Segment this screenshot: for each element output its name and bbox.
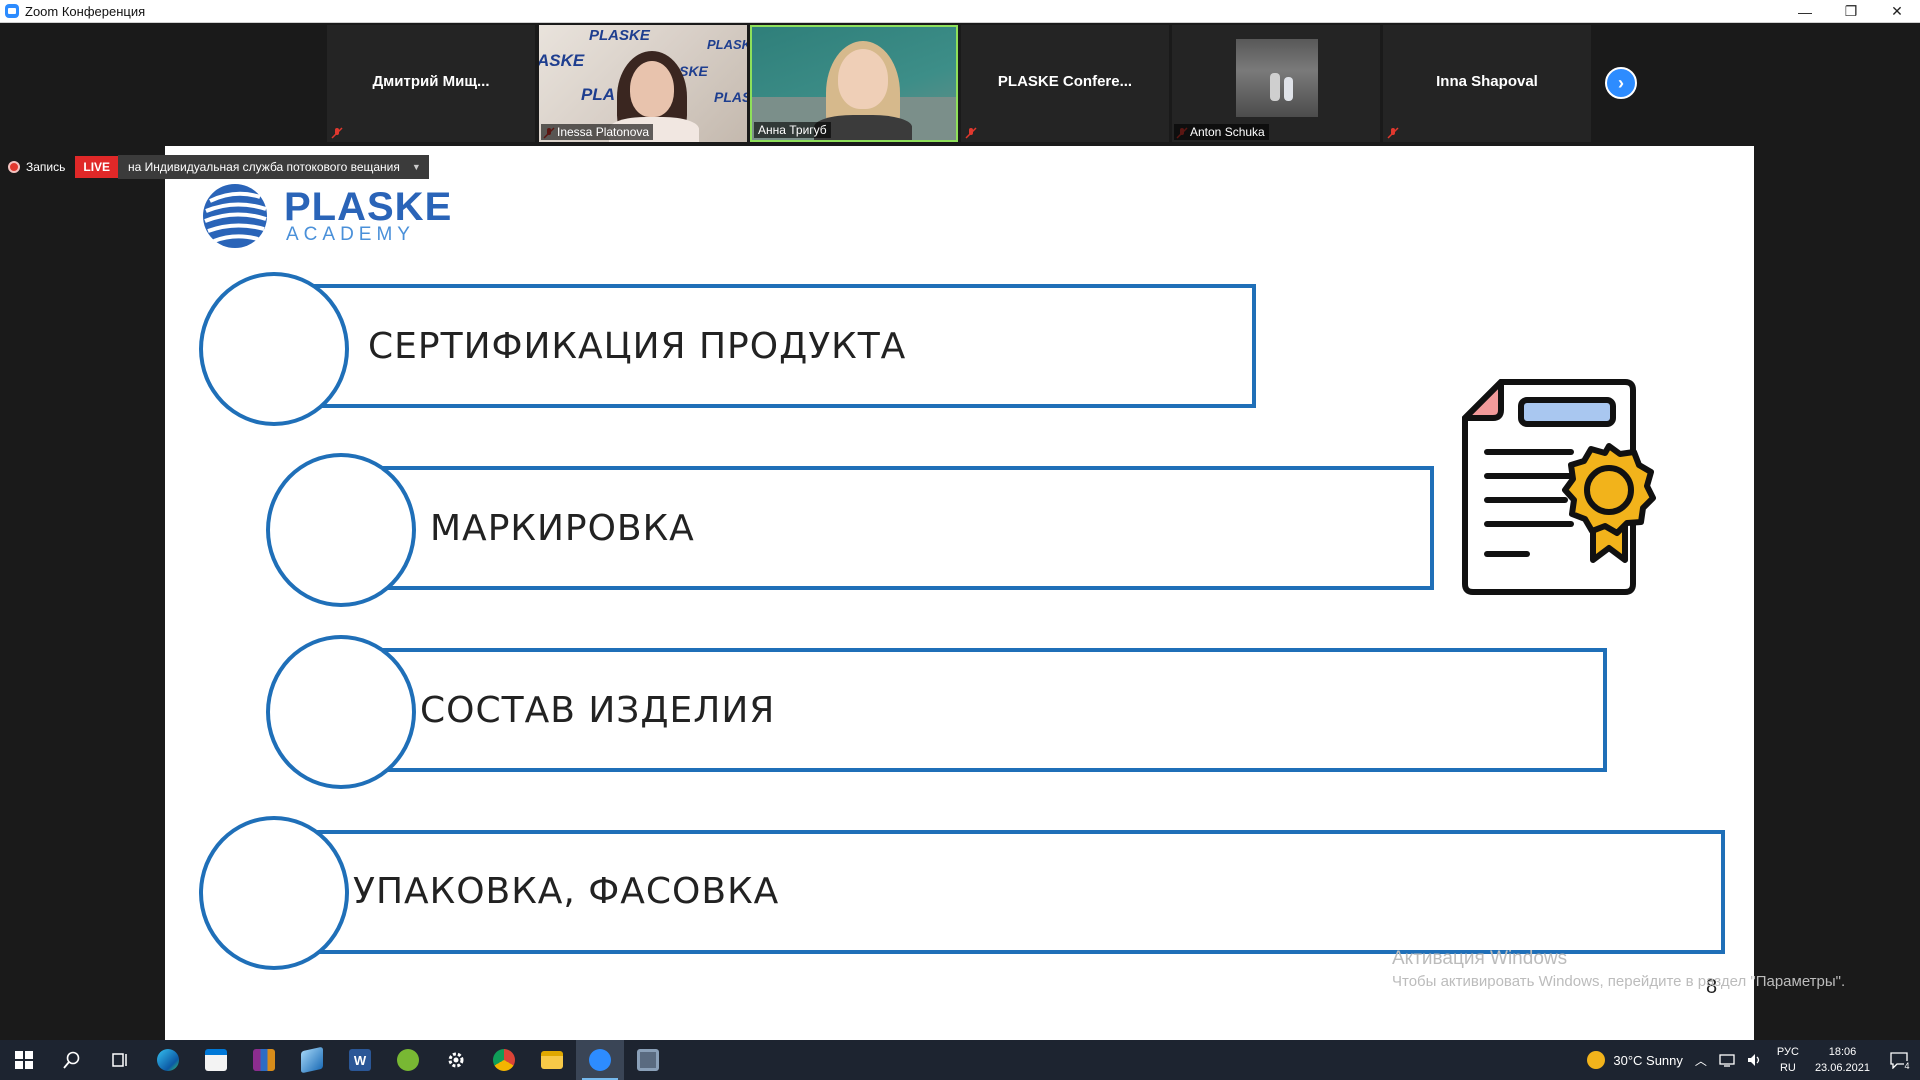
edge-icon[interactable] — [144, 1040, 192, 1080]
task-view-icon[interactable] — [96, 1040, 144, 1080]
participant-name: Inna Shapoval — [1436, 73, 1538, 90]
backdrop-text: PLASKE — [589, 27, 650, 44]
slide-item-circle — [199, 272, 349, 426]
windows-start-icon[interactable] — [0, 1040, 48, 1080]
participant-strip: Дмитрий Мищ... PLASKE ASKE PLASK ASKE PL… — [0, 23, 1920, 144]
recording-label[interactable]: Запись — [26, 160, 65, 174]
participant-tile[interactable]: Дмитрий Мищ... — [327, 25, 535, 142]
volume-icon[interactable] — [1741, 1053, 1769, 1067]
notification-count: 4 — [1904, 1061, 1910, 1071]
participant-tile[interactable]: Inna Shapoval — [1383, 25, 1591, 142]
stream-target-label: на Индивидуальная служба потокового веща… — [128, 160, 400, 174]
activation-watermark-text: Чтобы активировать Windows, перейдите в … — [1392, 973, 1846, 990]
participant-name: Анна Тригуб — [754, 122, 831, 138]
window-titlebar: Zoom Конференция — ❐ ✕ — [0, 0, 1920, 23]
certificate-icon — [1462, 379, 1656, 595]
person-face — [630, 61, 674, 117]
mic-muted-icon — [965, 127, 977, 139]
slide-item-circle — [266, 635, 416, 789]
clock[interactable]: 18:06 23.06.2021 — [1807, 1044, 1878, 1076]
file-explorer-icon[interactable] — [528, 1040, 576, 1080]
recording-bar: Запись LIVE на Индивидуальная служба пот… — [8, 154, 429, 180]
utorrent-icon[interactable] — [384, 1040, 432, 1080]
slide-item-circle — [199, 816, 349, 970]
word-icon[interactable]: W — [336, 1040, 384, 1080]
window-controls: — ❐ ✕ — [1782, 0, 1920, 23]
avatar — [1236, 39, 1318, 117]
calculator-icon[interactable] — [624, 1040, 672, 1080]
sun-icon — [1587, 1051, 1606, 1069]
logo-mark-icon — [203, 184, 267, 248]
minimize-button[interactable]: — — [1782, 0, 1828, 23]
participant-name: PLASKE Confere... — [997, 73, 1133, 90]
remote-desktop-icon[interactable] — [288, 1040, 336, 1080]
close-button[interactable]: ✕ — [1874, 0, 1920, 23]
slide-item-text: СЕРТИФИКАЦИЯ ПРОДУКТА — [368, 326, 907, 367]
winrar-icon[interactable] — [240, 1040, 288, 1080]
backdrop-text: PLA — [581, 85, 615, 104]
mic-muted-icon — [331, 127, 343, 139]
windows-taskbar: W 30°C Sunny ︿ РУС RU 18:06 23.06.2021 4 — [0, 1040, 1920, 1080]
slide-item-text: УПАКОВКА, ФАСОВКА — [353, 871, 780, 912]
shared-slide: PLASKE ACADEMY СЕРТИФИКАЦИЯ ПРОДУКТА МАР… — [165, 146, 1754, 1040]
backdrop-text: ASKE — [539, 51, 585, 70]
slide-item-text: СОСТАВ ИЗДЕЛИЯ — [420, 690, 776, 731]
slide-item-circle — [266, 453, 416, 607]
clock-time: 18:06 — [1828, 1046, 1857, 1058]
zoom-icon[interactable] — [576, 1040, 624, 1080]
chevron-up-icon[interactable]: ︿ — [1689, 1052, 1713, 1069]
zoom-app-icon — [5, 4, 19, 18]
chevron-right-icon[interactable]: › — [1605, 67, 1637, 99]
participant-video-tile[interactable]: PLASKE ASKE PLASK ASKE PLAS PLA Inessa P… — [539, 25, 747, 142]
activation-watermark-title: Активация Windows — [1392, 948, 1568, 969]
person-face — [838, 49, 888, 109]
backdrop-text: PLAS — [714, 89, 747, 105]
keyboard-layout: RU — [1779, 1062, 1796, 1074]
weather-widget[interactable]: 30°C Sunny — [1581, 1051, 1689, 1069]
live-badge: LIVE — [75, 156, 119, 178]
participant-tile[interactable]: PLASKE Confere... — [961, 25, 1169, 142]
chrome-icon[interactable] — [480, 1040, 528, 1080]
stream-target-dropdown[interactable]: на Индивидуальная служба потокового веща… — [118, 155, 429, 179]
active-speaker-tile[interactable]: Анна Тригуб — [750, 25, 958, 142]
mic-muted-icon — [1387, 127, 1399, 139]
participant-name: Anton Schuka — [1174, 124, 1269, 140]
window-title: Zoom Конференция — [25, 3, 146, 19]
store-icon[interactable] — [192, 1040, 240, 1080]
weather-text: 30°C Sunny — [1613, 1052, 1683, 1068]
participant-name: Дмитрий Мищ... — [372, 73, 490, 90]
search-icon[interactable] — [48, 1040, 96, 1080]
logo-title: PLASKE — [284, 185, 453, 229]
language-indicator[interactable]: РУС RU — [1769, 1044, 1807, 1076]
record-icon — [8, 161, 20, 173]
backdrop-text: PLASK — [707, 37, 747, 52]
caret-down-icon: ▼ — [411, 162, 421, 172]
participant-name: Inessa Platonova — [541, 124, 654, 140]
clock-date: 23.06.2021 — [1814, 1062, 1870, 1074]
settings-icon[interactable] — [432, 1040, 480, 1080]
network-icon[interactable] — [1713, 1053, 1741, 1067]
notification-center-icon[interactable]: 4 — [1878, 1040, 1920, 1080]
plaske-logo: PLASKE ACADEMY — [200, 181, 452, 251]
language-code: РУС — [1776, 1046, 1799, 1058]
system-tray: 30°C Sunny ︿ РУС RU 18:06 23.06.2021 4 — [1581, 1040, 1920, 1080]
slide-item-text: МАРКИРОВКА — [430, 508, 695, 549]
restore-button[interactable]: ❐ — [1828, 0, 1874, 23]
participant-tile[interactable]: Anton Schuka — [1172, 25, 1380, 142]
